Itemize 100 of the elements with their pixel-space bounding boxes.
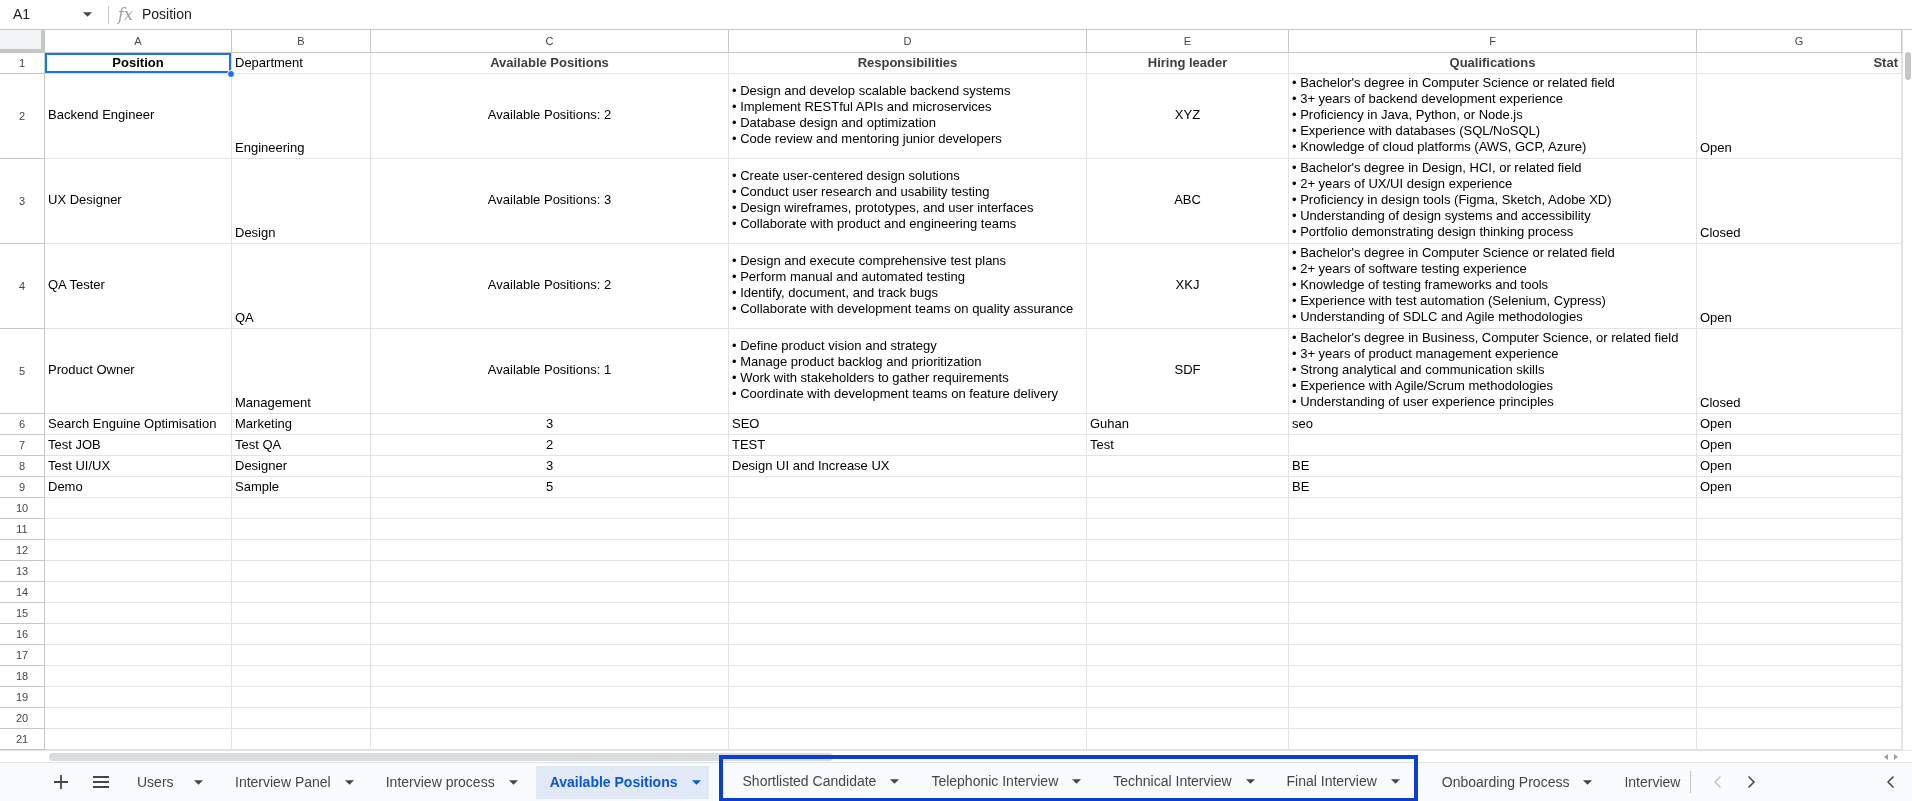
- table-cell[interactable]: Management: [232, 329, 371, 414]
- table-cell[interactable]: • Design and execute comprehensive test plans • Perform manual and automated testing • Identify, document, and track bugs • Collaborate with development teams on quality assurance: [729, 244, 1087, 329]
- column-header[interactable]: B: [232, 30, 371, 53]
- row-header[interactable]: 16: [0, 624, 45, 645]
- row-header[interactable]: 13: [0, 561, 45, 582]
- row-header[interactable]: 9: [0, 477, 45, 498]
- table-cell[interactable]: Responsibilities: [729, 53, 1087, 74]
- table-cell[interactable]: • Design and develop scalable backend systems • Implement RESTful APIs and microservices • Database design and optimization • Code review and mentoring junior developers: [729, 74, 1087, 159]
- table-cell[interactable]: QA Tester: [45, 244, 232, 329]
- name-box[interactable]: A1: [0, 1, 104, 28]
- column-header[interactable]: C: [371, 30, 729, 53]
- row-header[interactable]: 1: [0, 53, 45, 74]
- table-cell[interactable]: 3: [371, 414, 729, 435]
- row-header[interactable]: 12: [0, 540, 45, 561]
- sheet-tab[interactable]: Shortlisted Candidate: [728, 764, 908, 798]
- table-cell[interactable]: Available Positions: 2: [371, 244, 729, 329]
- row-header[interactable]: 8: [0, 456, 45, 477]
- table-cell[interactable]: Test: [1087, 435, 1289, 456]
- table-cell[interactable]: XKJ: [1087, 244, 1289, 329]
- table-cell[interactable]: Test QA: [232, 435, 371, 456]
- sheet-tab[interactable]: Interview Panel: [221, 765, 362, 799]
- row-header[interactable]: 7: [0, 435, 45, 456]
- table-cell[interactable]: Available Positions: 3: [371, 159, 729, 244]
- scroll-right-icon[interactable]: [1894, 753, 1898, 760]
- column-header[interactable]: D: [729, 30, 1087, 53]
- table-cell[interactable]: Closed: [1697, 329, 1902, 414]
- row-header[interactable]: 11: [0, 519, 45, 540]
- sheet-tab[interactable]: Telephonic Interview: [917, 764, 1090, 798]
- table-cell[interactable]: Open: [1697, 435, 1902, 456]
- table-cell[interactable]: • Define product vision and strategy • Manage product backlog and prioritization • Work with stakeholders to gather requirements • Coordinate with development teams on feature delivery: [729, 329, 1087, 414]
- table-cell[interactable]: SDF: [1087, 329, 1289, 414]
- row-header[interactable]: 20: [0, 708, 45, 729]
- row-header[interactable]: 15: [0, 603, 45, 624]
- table-cell[interactable]: • Create user-centered design solutions • Conduct user research and usability testing • Design wireframes, prototypes, and user interfaces • Collaborate with product and engineering teams: [729, 159, 1087, 244]
- row-header[interactable]: 21: [0, 729, 45, 750]
- row-header[interactable]: 17: [0, 645, 45, 666]
- table-cell[interactable]: • Bachelor's degree in Design, HCI, or related field • 2+ years of UX/UI design experience • Proficiency in design tools (Figma, Sketch, Adobe XD) • Understanding of design systems and accessibility • Portfolio demonstrating design thinking process: [1289, 159, 1697, 244]
- row-header[interactable]: 18: [0, 666, 45, 687]
- row-header[interactable]: 14: [0, 582, 45, 603]
- table-cell[interactable]: • Bachelor's degree in Computer Science or related field • 3+ years of backend development experience • Proficiency in Java, Python, or Node.js • Experience with databases (SQL/NoSQL) • Knowledge of cloud platforms (AWS, GCP, Azure): [1289, 74, 1697, 159]
- scrollbar-thumb[interactable]: [1904, 52, 1911, 80]
- table-cell[interactable]: UX Designer: [45, 159, 232, 244]
- formula-field[interactable]: Position: [141, 1, 1912, 28]
- table-cell[interactable]: TEST: [729, 435, 1087, 456]
- table-cell[interactable]: Test JOB: [45, 435, 232, 456]
- table-cell[interactable]: Search Enguine Optimisation: [45, 414, 232, 435]
- scroll-left-icon[interactable]: [1884, 753, 1888, 760]
- column-header[interactable]: E: [1087, 30, 1289, 53]
- row-header[interactable]: 3: [0, 159, 45, 244]
- table-cell[interactable]: Designer: [232, 456, 371, 477]
- column-header[interactable]: G: [1697, 30, 1902, 53]
- table-cell[interactable]: Design UI and Increase UX: [729, 456, 1087, 477]
- table-cell[interactable]: Position: [45, 53, 232, 74]
- sheet-tab[interactable]: Users: [123, 765, 211, 799]
- table-cell[interactable]: Engineering: [232, 74, 371, 159]
- table-cell[interactable]: Stat: [1697, 53, 1902, 74]
- sheet-tab[interactable]: Final Interview: [1272, 764, 1408, 798]
- sheet-tab[interactable]: Onboarding Process: [1427, 765, 1601, 799]
- sheet-tab[interactable]: Interview: [1610, 765, 1689, 799]
- table-cell[interactable]: XYZ: [1087, 74, 1289, 159]
- table-cell[interactable]: • Bachelor's degree in Computer Science or related field • 2+ years of software testing experience • Knowledge of testing frameworks and tools • Experience with test automation (Selenium, Cypress) • Understanding of SDLC and Agile methodologies: [1289, 244, 1697, 329]
- select-all-corner[interactable]: [0, 30, 45, 53]
- row-header[interactable]: 4: [0, 244, 45, 329]
- table-cell[interactable]: 5: [371, 477, 729, 498]
- table-cell[interactable]: • Bachelor's degree in Business, Computer Science, or related field • 3+ years of product management experience • Strong analytical and communication skills • Experience with Agile/Scrum methodologies • Understanding of user experience principles: [1289, 329, 1697, 414]
- table-cell[interactable]: Closed: [1697, 159, 1902, 244]
- table-cell[interactable]: SEO: [729, 414, 1087, 435]
- table-cell[interactable]: Open: [1697, 456, 1902, 477]
- table-cell[interactable]: Test UI/UX: [45, 456, 232, 477]
- table-cell[interactable]: Open: [1697, 244, 1902, 329]
- table-cell[interactable]: Available Positions: 1: [371, 329, 729, 414]
- table-cell[interactable]: Product Owner: [45, 329, 232, 414]
- sheet-tab[interactable]: Available Positions: [535, 765, 709, 799]
- column-header[interactable]: A: [45, 30, 232, 53]
- sheet-tab[interactable]: Interview process: [371, 765, 526, 799]
- table-cell[interactable]: Guhan: [1087, 414, 1289, 435]
- column-header[interactable]: F: [1289, 30, 1697, 53]
- table-cell[interactable]: Department: [232, 53, 371, 74]
- row-header[interactable]: 2: [0, 74, 45, 159]
- table-cell[interactable]: Open: [1697, 74, 1902, 159]
- table-cell[interactable]: Available Positions: 2: [371, 74, 729, 159]
- table-cell[interactable]: Open: [1697, 477, 1902, 498]
- table-cell[interactable]: Demo: [45, 477, 232, 498]
- table-cell[interactable]: Qualifications: [1289, 53, 1697, 74]
- table-cell[interactable]: 3: [371, 456, 729, 477]
- table-cell[interactable]: Hiring leader: [1087, 53, 1289, 74]
- table-cell[interactable]: Open: [1697, 414, 1902, 435]
- row-header[interactable]: 10: [0, 498, 45, 519]
- table-cell[interactable]: QA: [232, 244, 371, 329]
- row-header[interactable]: 6: [0, 414, 45, 435]
- table-cell[interactable]: BE: [1289, 477, 1697, 498]
- table-cell[interactable]: ABC: [1087, 159, 1289, 244]
- table-cell[interactable]: Design: [232, 159, 371, 244]
- table-cell[interactable]: BE: [1289, 456, 1697, 477]
- table-cell[interactable]: 2: [371, 435, 729, 456]
- scrollbar-thumb[interactable]: [49, 752, 833, 761]
- sheet-tab[interactable]: Technical Interview: [1099, 764, 1263, 798]
- row-header[interactable]: 5: [0, 329, 45, 414]
- table-cell[interactable]: Available Positions: [371, 53, 729, 74]
- table-cell[interactable]: Sample: [232, 477, 371, 498]
